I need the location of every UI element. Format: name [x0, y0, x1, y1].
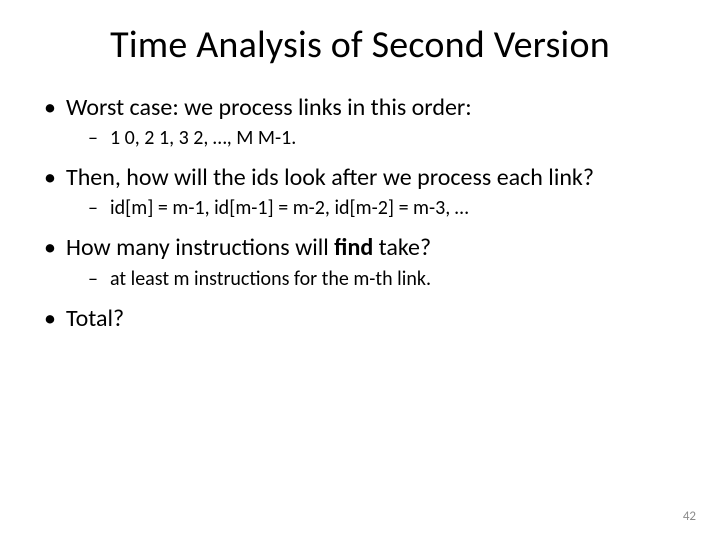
sub-list: at least m instructions for the m-th lin… [66, 266, 680, 293]
sub-list: id[m] = m-1, id[m-1] = m-2, id[m-2] = m-… [66, 195, 680, 222]
bullet-text: Then, how will the ids look after we pro… [66, 163, 594, 192]
slide: Time Analysis of Second Version Worst ca… [0, 0, 720, 540]
sub-list: 1 0, 2 1, 3 2, …, M M-1. [66, 125, 680, 152]
bullet-item: How many instructions will find take? at… [40, 232, 680, 292]
bullet-text-bold: find [334, 233, 373, 262]
bullet-text: Total? [66, 304, 124, 333]
slide-title: Time Analysis of Second Version [40, 22, 680, 68]
sub-text: 1 0, 2 1, 3 2, …, M M-1. [110, 126, 296, 150]
bullet-text-post: take? [373, 233, 431, 262]
sub-item: 1 0, 2 1, 3 2, …, M M-1. [66, 125, 680, 152]
bullet-text-pre: How many instructions will [66, 233, 334, 262]
bullet-item: Total? [40, 303, 680, 334]
bullet-list: Worst case: we process links in this ord… [40, 92, 680, 334]
bullet-text: Worst case: we process links in this ord… [66, 93, 472, 122]
sub-item: id[m] = m-1, id[m-1] = m-2, id[m-2] = m-… [66, 195, 680, 222]
sub-text: id[m] = m-1, id[m-1] = m-2, id[m-2] = m-… [110, 196, 469, 220]
bullet-item: Worst case: we process links in this ord… [40, 92, 680, 152]
page-number: 42 [683, 509, 696, 524]
bullet-item: Then, how will the ids look after we pro… [40, 162, 680, 222]
sub-text: at least m instructions for the m-th lin… [110, 267, 431, 291]
sub-item: at least m instructions for the m-th lin… [66, 266, 680, 293]
